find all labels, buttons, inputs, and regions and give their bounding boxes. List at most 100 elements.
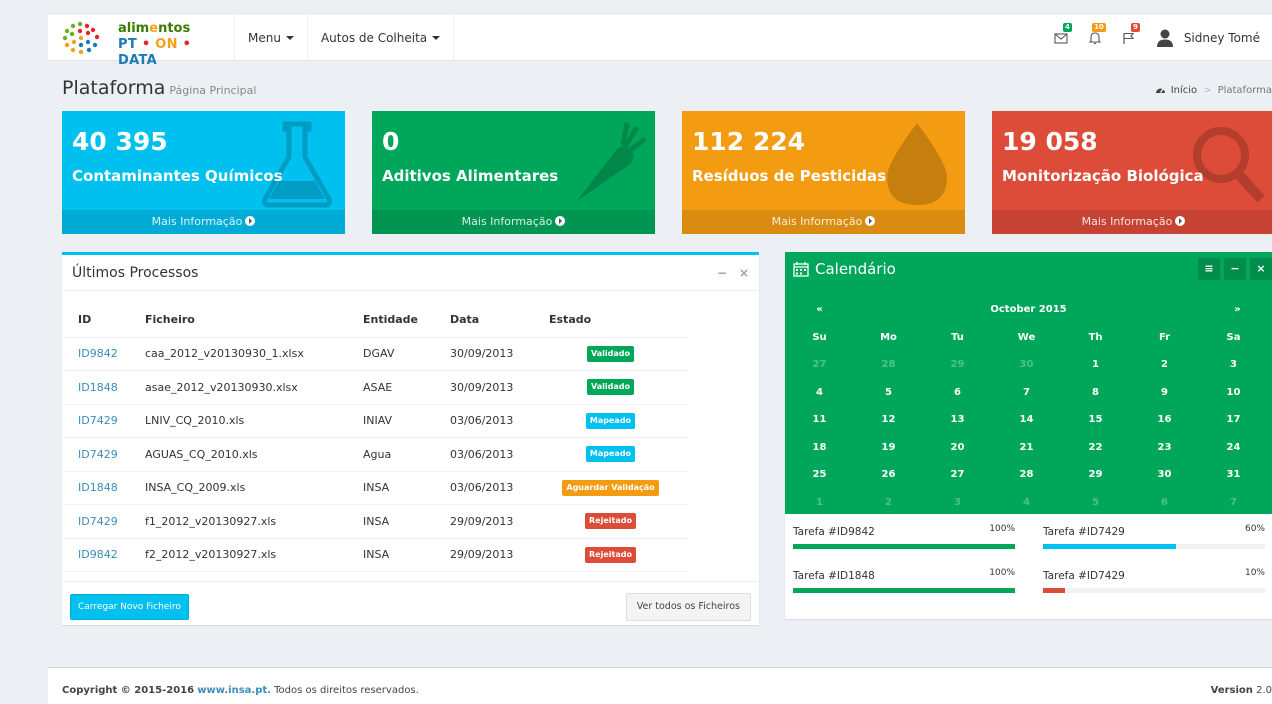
calendar-day[interactable]: 5 [854,387,923,398]
calendar-day[interactable]: 7 [1199,497,1268,508]
calendar-day[interactable]: 27 [785,359,854,370]
prev-month-button[interactable]: « [785,304,854,315]
calendar-day[interactable]: 12 [854,414,923,425]
calendar-day[interactable]: 13 [923,414,992,425]
calendar-day[interactable]: 21 [992,442,1061,453]
calendar-day[interactable]: 4 [992,497,1061,508]
calendar-day[interactable]: 29 [923,359,992,370]
envelope-icon [1054,33,1068,44]
bars-icon[interactable]: ≡ [1198,258,1220,280]
copyright-text: Copyright © 2015-2016 [62,685,195,696]
upload-file-button[interactable]: Carregar Novo Ficheiro [70,594,189,620]
table-row[interactable]: ID9842 caa_2012_v20130930_1.xlsx DGAV 30/09… [62,337,688,371]
calendar-day[interactable]: 19 [854,442,923,453]
progress-bar [1043,588,1265,593]
calendar-day[interactable]: 31 [1199,469,1268,480]
calendar-day[interactable]: 4 [785,387,854,398]
search-icon [1193,127,1265,203]
calendar-day[interactable]: 14 [992,414,1061,425]
calendar-week-row: 18 19 20 21 22 23 24 [785,434,1272,462]
breadcrumb-current: Plataforma [1217,85,1272,96]
row-entity: ASAE [347,370,434,405]
bell-icon [1088,32,1102,45]
messages-button[interactable]: 4 [1044,15,1078,61]
calendar-day[interactable]: 2 [1130,359,1199,370]
calendar-day[interactable]: 3 [923,497,992,508]
view-all-files-button[interactable]: Ver todos os Ficheiros [625,593,751,621]
calendar-day[interactable]: 30 [992,359,1061,370]
row-id[interactable]: ID9842 [62,538,129,572]
calendar-day[interactable]: 25 [785,469,854,480]
calendar-day[interactable]: 28 [992,469,1061,480]
calendar-day[interactable]: 23 [1130,442,1199,453]
notifications-button[interactable]: 10 [1078,15,1112,61]
calendar-day[interactable]: 11 [785,414,854,425]
calendar-day[interactable]: 16 [1130,414,1199,425]
row-id[interactable]: ID7429 [62,404,129,438]
task-percent: 60% [1244,524,1265,534]
more-info-link[interactable]: Mais Informação [992,210,1272,234]
calendar-day[interactable]: 10 [1199,387,1268,398]
row-id[interactable]: ID1848 [62,471,129,505]
breadcrumb-home[interactable]: Início [1171,85,1197,96]
row-id[interactable]: ID9842 [62,337,129,371]
calendar-day[interactable]: 9 [1130,387,1199,398]
minimize-icon[interactable]: − [1224,258,1246,280]
calendar-day[interactable]: 27 [923,469,992,480]
logo-sep-1: • [141,37,151,52]
nav-right: 4 10 9 Sidney Tomé [1044,15,1272,61]
minimize-icon[interactable]: − [717,266,727,280]
menu-dropdown[interactable]: Menu [235,15,308,61]
table-row[interactable]: ID7429 f1_2012_v20130927.xls INSA 29/09/201… [62,504,688,539]
calendar-day[interactable]: 28 [854,359,923,370]
calendar-day[interactable]: 20 [923,442,992,453]
user-menu[interactable]: Sidney Tomé [1146,15,1272,61]
calendar-day[interactable]: 5 [1061,497,1130,508]
calendar-day[interactable]: 29 [1061,469,1130,480]
calendar-day[interactable]: 1 [785,497,854,508]
row-date: 03/06/2013 [434,471,533,505]
version: Version 2.0 [1211,685,1272,696]
table-row[interactable]: ID7429 LNIV_CQ_2010.xls INIAV 03/06/2013 Map… [62,404,688,438]
page-footer: Copyright © 2015-2016 www.insa.pt. Todos… [48,667,1272,704]
calendar-day[interactable]: 6 [923,387,992,398]
autos-dropdown[interactable]: Autos de Colheita [308,15,455,61]
calendar-day[interactable]: 22 [1061,442,1130,453]
more-info-link[interactable]: Mais Informação [62,210,345,234]
more-info-link[interactable]: Mais Informação [372,210,655,234]
panel-title: Últimos Processos [72,264,199,281]
row-id[interactable]: ID1848 [62,370,129,405]
row-id[interactable]: ID7429 [62,437,129,472]
logo[interactable]: alimentos PT • ON • DATA [48,15,235,68]
calendar-day[interactable]: 26 [854,469,923,480]
calendar-day[interactable]: 17 [1199,414,1268,425]
row-id[interactable]: ID7429 [62,504,129,539]
calendar-day[interactable]: 3 [1199,359,1268,370]
table-row[interactable]: ID1848 asae_2012_v20130930.xlsx ASAE 30/09/… [62,370,688,405]
site-link[interactable]: www.insa.pt. [197,685,271,696]
logo-bot-a: PT [118,37,137,52]
tasks-button[interactable]: 9 [1112,15,1146,61]
calendar-day[interactable]: 1 [1061,359,1130,370]
close-icon[interactable]: × [1250,258,1272,280]
calendar-day[interactable]: 6 [1130,497,1199,508]
menu-label: Menu [248,31,281,45]
calendar-day[interactable]: 7 [992,387,1061,398]
calendar-day[interactable]: 30 [1130,469,1199,480]
next-month-button[interactable]: » [1203,304,1272,315]
more-info-link[interactable]: Mais Informação [682,210,965,234]
calendar-day[interactable]: 15 [1061,414,1130,425]
table-row[interactable]: ID1848 INSA_CQ_2009.xls INSA 03/06/2013 Agua… [62,471,688,505]
table-row[interactable]: ID9842 f2_2012_v20130927.xls INSA 29/09/201… [62,538,688,572]
close-icon[interactable]: × [739,266,749,280]
calendar-day[interactable]: 8 [1061,387,1130,398]
arrow-circle-right-icon [865,216,876,226]
calendar-day[interactable]: 2 [854,497,923,508]
calendar-day[interactable]: 18 [785,442,854,453]
calendar-day[interactable]: 24 [1199,442,1268,453]
row-date: 03/06/2013 [434,404,533,438]
rights-text: Todos os direitos reservados. [274,685,419,696]
flask-icon [262,121,332,208]
table-row[interactable]: ID7429 AGUAS_CQ_2010.xls Agua 03/06/2013 Map… [62,437,688,472]
row-date: 03/06/2013 [434,437,533,472]
